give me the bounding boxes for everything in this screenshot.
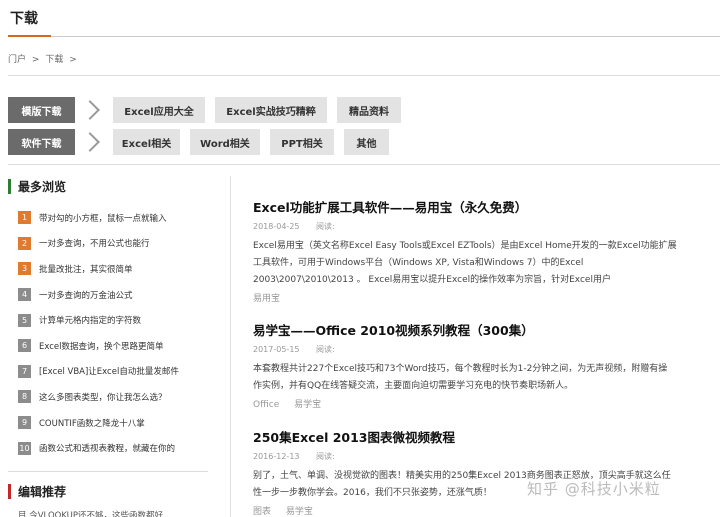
recommend-header: 编辑推荐 — [8, 483, 208, 501]
article-item: 易学宝——Office 2010视频系列教程（300集） 2017-05-15 … — [253, 320, 713, 410]
column-divider — [230, 176, 231, 517]
page-title: 下载 — [10, 11, 38, 27]
title-accent-bar — [8, 35, 51, 37]
article-item: 250集Excel 2013图表微视频教程 2016-12-13 阅读: 别了，… — [253, 427, 713, 517]
summary-line: 本套教程共计227个Excel技巧和73个Word技巧，每个教程时长为1-2分钟… — [253, 364, 668, 374]
rank-number: 3 — [18, 262, 31, 276]
list-item-label: Excel数据查询，换个思路更简单 — [39, 341, 164, 352]
rank-number: 4 — [18, 288, 31, 302]
list-item[interactable]: 5 计算单元格内指定的字符数 — [18, 307, 208, 333]
breadcrumb-separator: > — [69, 55, 77, 65]
article-date: 2016-12-13 — [253, 452, 300, 461]
article-meta: 2018-04-25 阅读: — [253, 221, 713, 232]
article-item: Excel功能扩展工具软件——易用宝（永久免费） 2018-04-25 阅读: … — [253, 197, 713, 304]
article-tags: Office 易学宝 — [253, 397, 713, 410]
most-viewed-header: 最多浏览 — [8, 178, 208, 196]
rank-number: 10 — [18, 441, 31, 455]
recommend-item-partial[interactable]: 目 今VLOOKUP还不够，这些函数都好 — [18, 509, 163, 517]
rank-number: 5 — [18, 313, 31, 327]
article-title[interactable]: 250集Excel 2013图表微视频教程 — [253, 427, 713, 446]
article-date: 2018-04-25 — [253, 222, 300, 231]
most-viewed-list: 1 带对勾的小方框，鼠标一点就输入 2 一对多查询，不用公式也能行 3 批量改批注，其… — [18, 205, 208, 461]
filter-row-software: 软件下载 Excel相关 Word相关 PPT相关 其他 — [8, 129, 399, 155]
list-item-label: 一对多查询的万金油公式 — [39, 290, 133, 301]
list-item-label: [Excel VBA]让Excel自动批量发邮件 — [39, 367, 179, 378]
filter-label-templates[interactable]: 模版下载 — [8, 97, 75, 123]
article-read-count: 阅读: — [316, 452, 335, 461]
summary-line: Excel易用宝（英文名称Excel Easy Tools或Excel EZTo… — [253, 241, 677, 251]
filter-chip-excel-guide[interactable]: Excel应用大全 — [113, 97, 205, 123]
filter-chip-word[interactable]: Word相关 — [190, 129, 260, 155]
rank-number: 2 — [18, 236, 31, 250]
article-summary: Excel易用宝（英文名称Excel Easy Tools或Excel EZTo… — [253, 238, 713, 289]
article-meta: 2016-12-13 阅读: — [253, 451, 713, 462]
list-item[interactable]: 6 Excel数据查询，换个思路更简单 — [18, 333, 208, 359]
rank-number: 7 — [18, 364, 31, 378]
article-tag[interactable]: 易学宝 — [294, 400, 321, 410]
breadcrumb-separator: > — [31, 55, 40, 65]
article-tags: 图表 易学宝 — [253, 504, 713, 517]
article-title[interactable]: 易学宝——Office 2010视频系列教程（300集） — [253, 320, 713, 339]
list-item[interactable]: 2 一对多查询，不用公式也能行 — [18, 231, 208, 257]
filter-chip-premium[interactable]: 精品资料 — [337, 97, 401, 123]
list-item[interactable]: 8 这么多图表类型，你让我怎么选？ — [18, 384, 208, 410]
breadcrumb-home[interactable]: 门户 — [8, 55, 26, 65]
title-divider — [8, 36, 720, 37]
article-tag[interactable]: Office — [253, 400, 279, 410]
article-tag[interactable]: 图表 — [253, 507, 271, 517]
article-tag[interactable]: 易用宝 — [253, 294, 280, 304]
list-item[interactable]: 7 [Excel VBA]让Excel自动批量发邮件 — [18, 359, 208, 385]
article-summary: 本套教程共计227个Excel技巧和73个Word技巧，每个教程时长为1-2分钟… — [253, 361, 713, 395]
summary-line: 工具软件，可用于Windows平台（Windows XP, Vista和Wind… — [253, 258, 584, 268]
filter-row-templates: 模版下载 Excel应用大全 Excel实战技巧精粹 精品资料 — [8, 97, 411, 123]
list-item-label: 批量改批注，其实很简单 — [39, 264, 133, 275]
chevron-right-icon — [80, 100, 100, 120]
filter-divider — [8, 75, 720, 76]
list-item-label: COUNTIF函数之降龙十八掌 — [39, 418, 145, 429]
list-item[interactable]: 9 COUNTIF函数之降龙十八掌 — [18, 410, 208, 436]
article-read-count: 阅读: — [316, 222, 335, 231]
summary-line: 作实例，并有QQ在线答疑交流，主要面向迫切需要学习充电的快节奏职场新人。 — [253, 381, 574, 391]
article-tag[interactable]: 易学宝 — [286, 507, 313, 517]
list-item[interactable]: 3 批量改批注，其实很简单 — [18, 256, 208, 282]
article-tags: 易用宝 — [253, 291, 713, 304]
summary-line: 2003\2007\2010\2013 。 Excel易用宝以提升Excel的操… — [253, 275, 611, 285]
list-item[interactable]: 1 带对勾的小方框，鼠标一点就输入 — [18, 205, 208, 231]
article-meta: 2017-05-15 阅读: — [253, 344, 713, 355]
section-accent-bar — [8, 179, 11, 194]
breadcrumb: 门户 > 下载 > — [8, 52, 80, 65]
rank-number: 8 — [18, 390, 31, 404]
list-item-label: 一对多查询，不用公式也能行 — [39, 239, 150, 250]
filter-chip-ppt[interactable]: PPT相关 — [270, 129, 334, 155]
most-viewed-title: 最多浏览 — [18, 180, 67, 194]
list-item-label: 计算单元格内指定的字符数 — [39, 316, 142, 327]
filter-divider — [8, 164, 720, 165]
article-read-count: 阅读: — [316, 345, 335, 354]
article-title[interactable]: Excel功能扩展工具软件——易用宝（永久免费） — [253, 197, 713, 216]
section-accent-bar — [8, 484, 11, 499]
rank-number: 9 — [18, 416, 31, 430]
rank-number: 1 — [18, 211, 31, 225]
recommend-title: 编辑推荐 — [18, 485, 67, 499]
filter-chip-excel-tips[interactable]: Excel实战技巧精粹 — [215, 97, 327, 123]
sidebar-divider — [8, 471, 208, 472]
watermark: 知乎 @科技小米粒 — [527, 480, 661, 498]
list-item-label: 函数公式和透视表教程，就藏在你的 — [39, 444, 176, 455]
article-date: 2017-05-15 — [253, 345, 300, 354]
filter-label-software[interactable]: 软件下载 — [8, 129, 75, 155]
filter-chip-excel[interactable]: Excel相关 — [113, 129, 180, 155]
list-item-label: 带对勾的小方框，鼠标一点就输入 — [39, 213, 167, 224]
rank-number: 6 — [18, 339, 31, 353]
chevron-right-icon — [80, 132, 100, 152]
list-item[interactable]: 4 一对多查询的万金油公式 — [18, 282, 208, 308]
filter-chip-other[interactable]: 其他 — [344, 129, 389, 155]
list-item-label: 这么多图表类型，你让我怎么选？ — [39, 392, 167, 403]
list-item[interactable]: 10 函数公式和透视表教程，就藏在你的 — [18, 435, 208, 461]
breadcrumb-current[interactable]: 下载 — [45, 55, 63, 65]
